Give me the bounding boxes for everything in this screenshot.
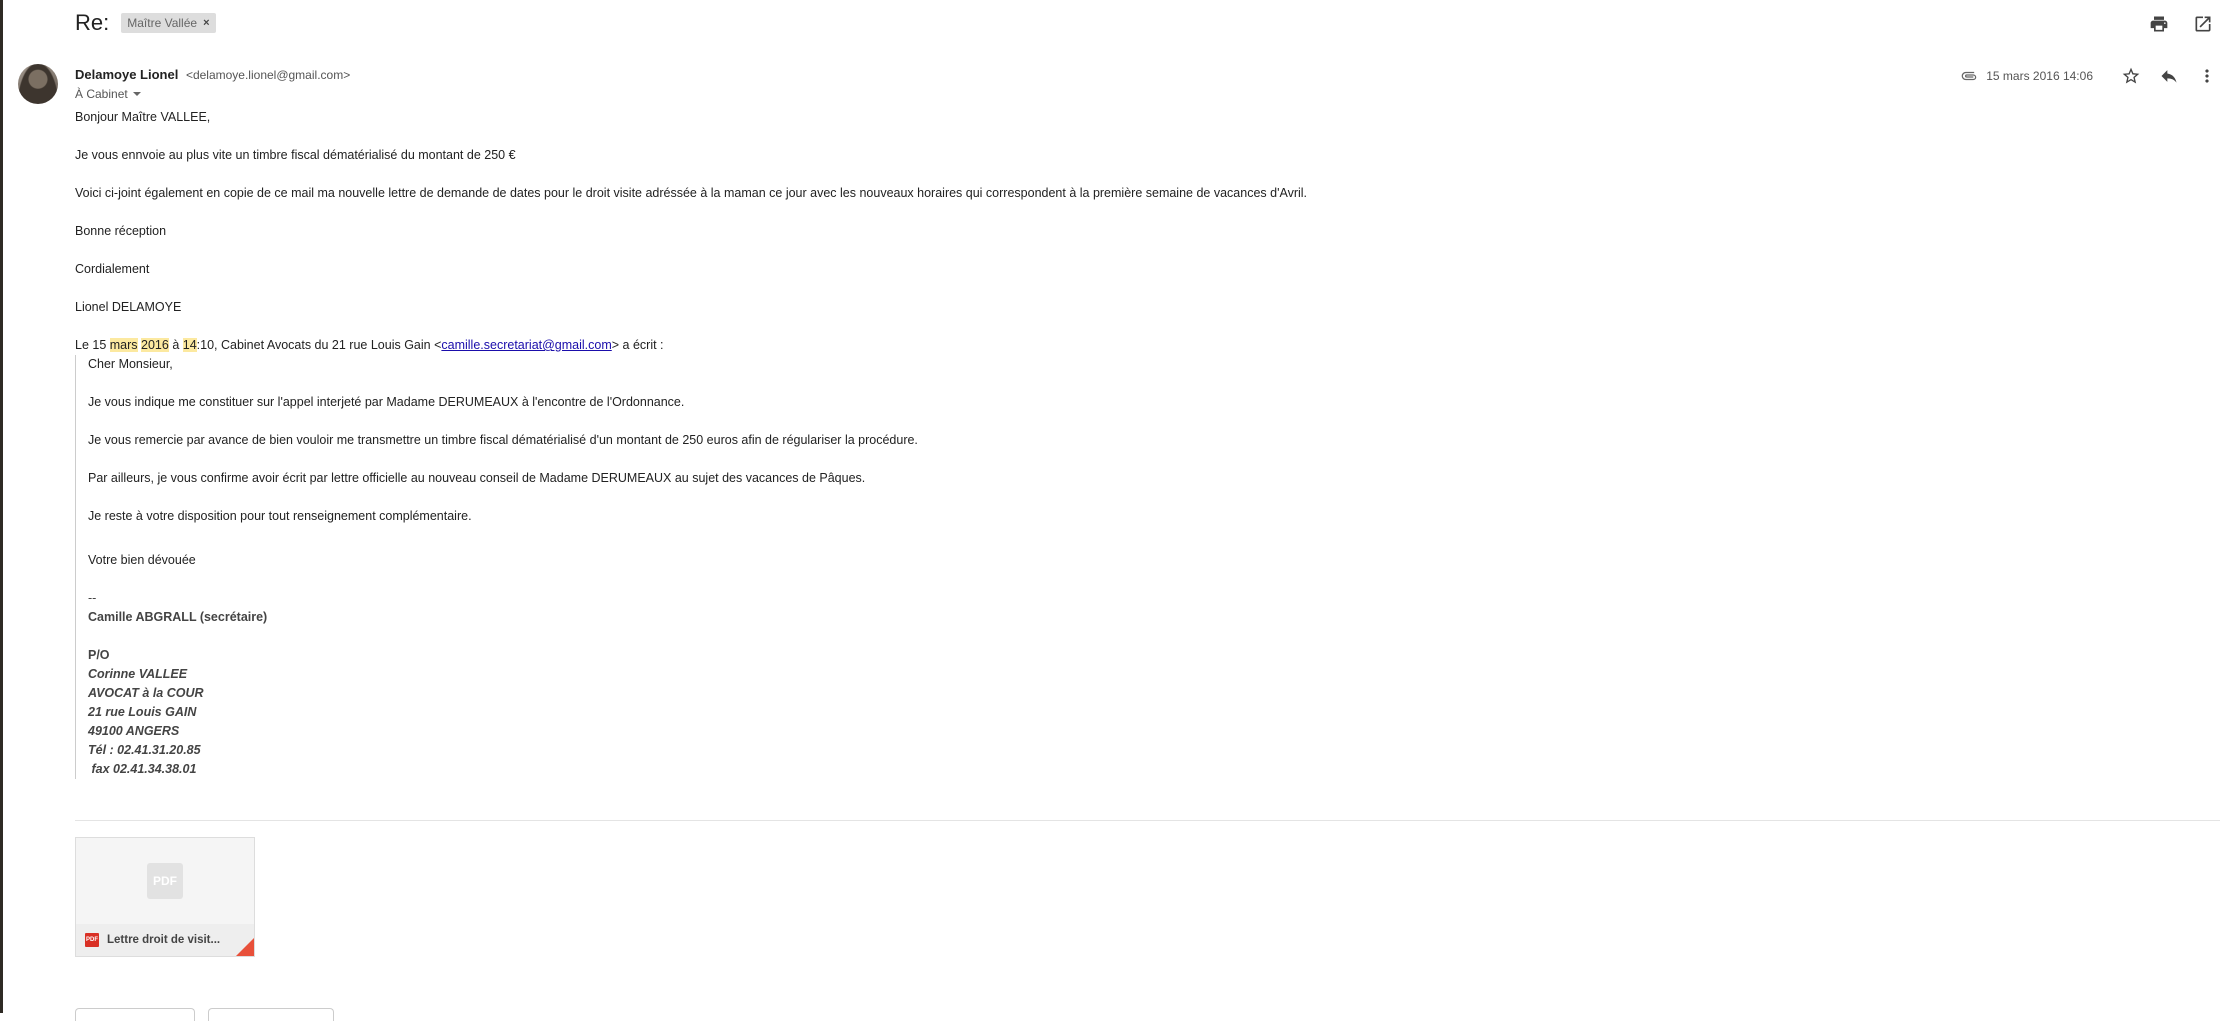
- signature-name: Camille ABGRALL (secrétaire): [88, 610, 268, 624]
- paperclip-icon: [1960, 69, 1980, 83]
- remove-label-button[interactable]: ×: [203, 17, 209, 29]
- signature-line: 21 rue Louis GAIN: [88, 705, 197, 719]
- reply-bottom-button[interactable]: [75, 1008, 195, 1021]
- more-options-button[interactable]: [2193, 62, 2221, 90]
- search-highlight: mars: [109, 338, 138, 352]
- quoted-paragraph: Par ailleurs, je vous confirme avoir écr…: [88, 471, 866, 485]
- window-edge: [0, 0, 3, 1013]
- recipient-dropdown[interactable]: À Cabinet: [75, 87, 141, 101]
- search-highlight: 2016: [141, 338, 169, 352]
- quote-header: Le 15 mars 2016 à 14:10, Cabinet Avocats…: [75, 338, 664, 352]
- subject-row: Re: Maître Vallée ×: [75, 8, 216, 38]
- reply-icon: [2161, 70, 2177, 83]
- print-button[interactable]: [2145, 10, 2173, 38]
- signature-line: AVOCAT à la COUR: [88, 686, 204, 700]
- body-paragraph: Cordialement: [75, 262, 150, 276]
- message-body: Bonjour Maître VALLEE, Je vous ennvoie a…: [75, 108, 2205, 779]
- body-paragraph: Je vous ennvoie au plus vite un timbre f…: [75, 148, 516, 162]
- signature-po: P/O: [88, 648, 110, 662]
- sender-email: <delamoye.lionel@gmail.com>: [185, 68, 351, 82]
- recipient-label: À Cabinet: [75, 87, 128, 101]
- body-paragraph: Bonne réception: [75, 224, 167, 238]
- signature-dashes: --: [88, 591, 97, 605]
- attachment-footer: PDF Lettre droit de visit...: [76, 924, 254, 956]
- message-meta: 15 mars 2016 14:06: [1960, 62, 2221, 90]
- pdf-icon: PDF: [147, 863, 183, 899]
- quoted-paragraph: Votre bien dévouée: [88, 553, 196, 567]
- chevron-down-icon: [132, 92, 141, 96]
- quoted-paragraph: Je vous remercie par avance de bien voul…: [88, 433, 918, 447]
- star-button[interactable]: [2117, 62, 2145, 90]
- sender-line: Delamoye Lionel <delamoye.lionel@gmail.c…: [75, 67, 350, 82]
- body-paragraph: Voici ci-joint également en copie de ce …: [75, 186, 1308, 200]
- pdf-icon: PDF: [85, 933, 99, 947]
- quoted-paragraph: Cher Monsieur,: [88, 357, 173, 371]
- quoted-email-link[interactable]: camille.secretariat@gmail.com: [441, 338, 611, 352]
- search-highlight: 14: [182, 338, 197, 352]
- body-signature: Lionel DELAMOYE: [75, 300, 182, 314]
- more-vert-icon: [2205, 69, 2209, 83]
- open-in-new-window-button[interactable]: [2189, 10, 2217, 38]
- print-icon: [2150, 16, 2168, 32]
- thread-actions: [2145, 10, 2217, 38]
- attachments-divider: [75, 820, 2220, 821]
- label-chip-text: Maître Vallée: [127, 16, 198, 30]
- quoted-message: Cher Monsieur, Je vous indique me consti…: [75, 355, 2205, 779]
- avatar[interactable]: [18, 64, 58, 104]
- star-icon: [2122, 67, 2140, 84]
- quoted-paragraph: Je vous indique me constituer sur l'appe…: [88, 395, 685, 409]
- sender-name[interactable]: Delamoye Lionel: [75, 67, 178, 82]
- reply-button[interactable]: [2155, 62, 2183, 90]
- quoted-signature: -- Camille ABGRALL (secrétaire) P/O Cori…: [88, 589, 2205, 779]
- email-subject: Re:: [75, 10, 110, 35]
- signature-line: fax 02.41.34.38.01: [88, 762, 197, 776]
- signature-line: Corinne VALLEE: [88, 667, 188, 681]
- signature-line: Tél : 02.41.31.20.85: [88, 743, 201, 757]
- attachment-card[interactable]: PDF PDF Lettre droit de visit...: [75, 837, 255, 957]
- forward-bottom-button[interactable]: [208, 1008, 334, 1021]
- signature-line: 49100 ANGERS: [88, 724, 180, 738]
- message-date: 15 mars 2016 14:06: [1986, 69, 2093, 83]
- open-in-new-window-icon: [2195, 16, 2211, 32]
- attachment-preview: PDF: [76, 838, 254, 924]
- quoted-paragraph: Je reste à votre disposition pour tout r…: [88, 509, 472, 523]
- attachment-name: Lettre droit de visit...: [107, 934, 221, 946]
- body-greeting: Bonjour Maître VALLEE,: [75, 110, 211, 124]
- label-chip[interactable]: Maître Vallée ×: [121, 13, 216, 33]
- page-corner-icon: [236, 938, 254, 956]
